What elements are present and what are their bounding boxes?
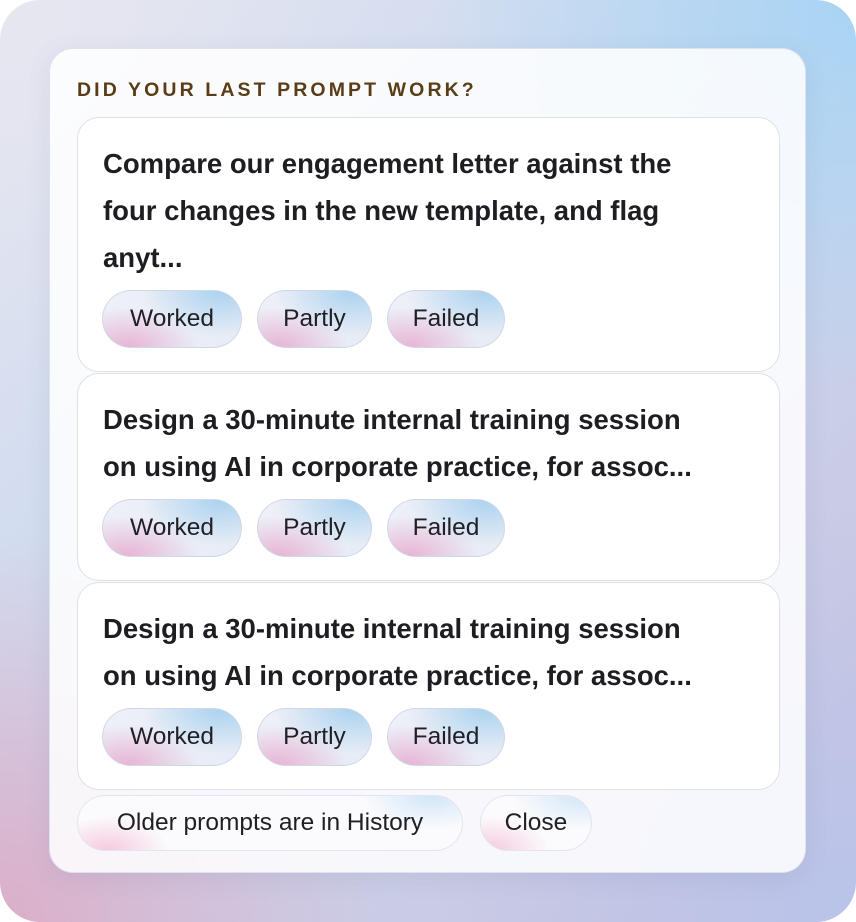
worked-button[interactable]: Worked xyxy=(102,290,242,348)
partly-button[interactable]: Partly xyxy=(257,290,372,348)
close-button[interactable]: Close xyxy=(480,795,592,851)
panel-footer: Older prompts are in History Close xyxy=(77,795,592,851)
prompt-card: Design a 30-minute internal training ses… xyxy=(77,373,780,581)
history-button[interactable]: Older prompts are in History xyxy=(77,795,463,851)
partly-button[interactable]: Partly xyxy=(257,708,372,766)
rating-buttons: Worked Partly Failed xyxy=(102,499,505,557)
prompt-card: Design a 30-minute internal training ses… xyxy=(77,582,780,790)
failed-button[interactable]: Failed xyxy=(387,708,505,766)
worked-button[interactable]: Worked xyxy=(102,499,242,557)
failed-button[interactable]: Failed xyxy=(387,499,505,557)
rating-buttons: Worked Partly Failed xyxy=(102,708,505,766)
partly-button[interactable]: Partly xyxy=(257,499,372,557)
panel-heading: DID YOUR LAST PROMPT WORK? xyxy=(77,79,477,101)
worked-button[interactable]: Worked xyxy=(102,708,242,766)
feedback-panel: DID YOUR LAST PROMPT WORK? Compare our e… xyxy=(49,48,806,873)
prompt-card: Compare our engagement letter against th… xyxy=(77,117,780,372)
feedback-window: DID YOUR LAST PROMPT WORK? Compare our e… xyxy=(0,0,856,922)
prompt-text: Design a 30-minute internal training ses… xyxy=(103,613,692,691)
prompt-text: Compare our engagement letter against th… xyxy=(103,148,672,273)
failed-button[interactable]: Failed xyxy=(387,290,505,348)
prompt-text: Design a 30-minute internal training ses… xyxy=(103,404,692,482)
rating-buttons: Worked Partly Failed xyxy=(102,290,505,348)
